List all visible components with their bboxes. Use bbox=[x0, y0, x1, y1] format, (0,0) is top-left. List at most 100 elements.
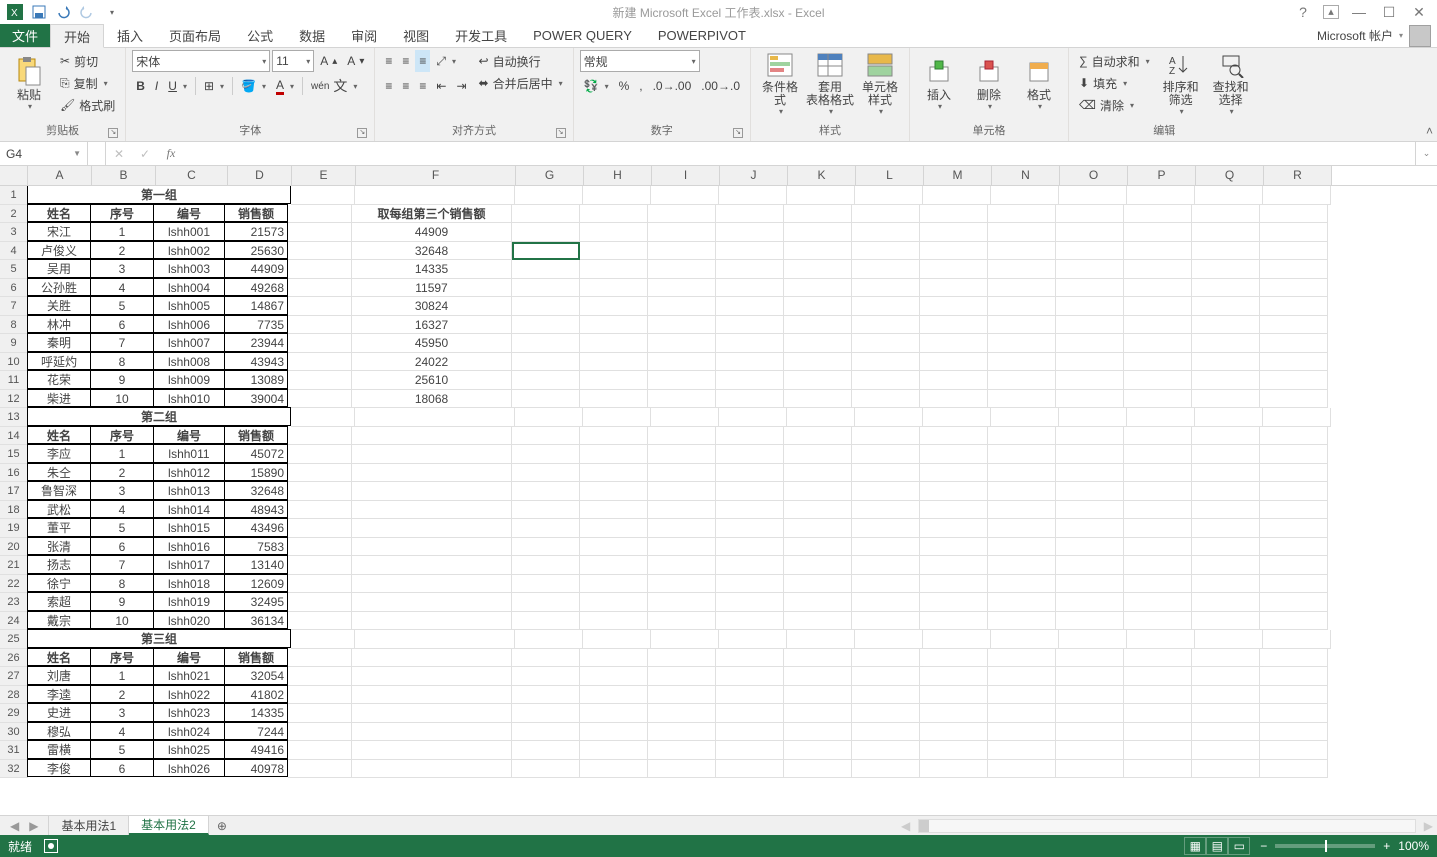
fx-icon[interactable]: fx bbox=[158, 142, 184, 165]
cell-styles-button[interactable]: 单元格样式▾ bbox=[857, 50, 903, 116]
tab-dev[interactable]: 开发工具 bbox=[442, 24, 520, 47]
row-header[interactable]: 19 bbox=[0, 519, 28, 538]
row-header[interactable]: 10 bbox=[0, 353, 28, 372]
row-header[interactable]: 5 bbox=[0, 260, 28, 279]
zoom-out-button[interactable]: − bbox=[1260, 839, 1267, 853]
row-header[interactable]: 22 bbox=[0, 575, 28, 594]
row-header[interactable]: 12 bbox=[0, 390, 28, 409]
selected-cell[interactable] bbox=[512, 242, 580, 261]
macro-record-icon[interactable] bbox=[44, 839, 58, 853]
insert-cells-button[interactable]: 插入▾ bbox=[916, 50, 962, 116]
tab-powerpivot[interactable]: POWERPIVOT bbox=[645, 24, 759, 47]
row-header[interactable]: 16 bbox=[0, 464, 28, 483]
row-header[interactable]: 18 bbox=[0, 501, 28, 520]
row-header[interactable]: 27 bbox=[0, 667, 28, 686]
row-header[interactable]: 30 bbox=[0, 723, 28, 742]
delete-cells-button[interactable]: 删除▾ bbox=[966, 50, 1012, 116]
page-break-view-button[interactable]: ▭ bbox=[1228, 837, 1250, 855]
row-header[interactable]: 24 bbox=[0, 612, 28, 631]
col-header-R[interactable]: R bbox=[1264, 166, 1332, 185]
select-all-corner[interactable] bbox=[0, 166, 28, 185]
align-center-button[interactable]: ≡ bbox=[398, 75, 413, 97]
row-header[interactable]: 7 bbox=[0, 297, 28, 316]
page-layout-view-button[interactable]: ▤ bbox=[1206, 837, 1228, 855]
row-header[interactable]: 2 bbox=[0, 205, 28, 224]
row-header[interactable]: 1 bbox=[0, 186, 28, 205]
undo-icon[interactable] bbox=[52, 1, 74, 23]
font-name-combo[interactable]: 宋体▾ bbox=[132, 50, 270, 72]
orientation-button[interactable]: ⤢▾ bbox=[432, 50, 460, 72]
col-header-L[interactable]: L bbox=[856, 166, 924, 185]
row-header[interactable]: 14 bbox=[0, 427, 28, 446]
align-left-button[interactable]: ≡ bbox=[381, 75, 396, 97]
row-header[interactable]: 29 bbox=[0, 704, 28, 723]
clear-button[interactable]: ⌫清除▾ bbox=[1075, 94, 1154, 116]
font-launcher-icon[interactable]: ↘ bbox=[357, 128, 367, 138]
italic-button[interactable]: I bbox=[151, 75, 162, 97]
col-header-C[interactable]: C bbox=[156, 166, 228, 185]
row-header[interactable]: 8 bbox=[0, 316, 28, 335]
row-header[interactable]: 11 bbox=[0, 371, 28, 390]
col-header-I[interactable]: I bbox=[652, 166, 720, 185]
save-icon[interactable] bbox=[28, 1, 50, 23]
tab-data[interactable]: 数据 bbox=[286, 24, 338, 47]
row-header[interactable]: 32 bbox=[0, 760, 28, 779]
row-header[interactable]: 15 bbox=[0, 445, 28, 464]
sheet-nav[interactable]: ◀▶ bbox=[0, 816, 49, 835]
autosum-button[interactable]: ∑自动求和▾ bbox=[1075, 50, 1154, 72]
paste-button[interactable]: 粘贴 ▾ bbox=[6, 50, 52, 116]
find-select-button[interactable]: 查找和选择▾ bbox=[1208, 50, 1254, 116]
conditional-format-button[interactable]: 条件格式▾ bbox=[757, 50, 803, 116]
decrease-font-button[interactable]: A▾ bbox=[343, 50, 368, 72]
row-header[interactable]: 3 bbox=[0, 223, 28, 242]
tab-file[interactable]: 文件 bbox=[0, 24, 50, 47]
percent-button[interactable]: % bbox=[615, 75, 634, 97]
name-box[interactable]: G4▼ bbox=[0, 142, 88, 165]
new-sheet-button[interactable]: ⊕ bbox=[209, 816, 235, 835]
format-painter-button[interactable]: 🖌格式刷 bbox=[56, 94, 119, 116]
row-header[interactable]: 20 bbox=[0, 538, 28, 557]
increase-font-button[interactable]: A▴ bbox=[316, 50, 341, 72]
col-header-Q[interactable]: Q bbox=[1196, 166, 1264, 185]
indent-increase-button[interactable]: ⇥ bbox=[452, 75, 470, 97]
align-bottom-button[interactable]: ≡ bbox=[415, 50, 430, 72]
bold-button[interactable]: B bbox=[132, 75, 149, 97]
sort-filter-button[interactable]: AZ排序和筛选▾ bbox=[1158, 50, 1204, 116]
accounting-button[interactable]: 💱▾ bbox=[580, 75, 613, 97]
col-header-F[interactable]: F bbox=[356, 166, 516, 185]
sheet-tab-1[interactable]: 基本用法1 bbox=[49, 816, 129, 835]
normal-view-button[interactable]: ▦ bbox=[1184, 837, 1206, 855]
number-format-combo[interactable]: 常规▾ bbox=[580, 50, 700, 72]
col-header-N[interactable]: N bbox=[992, 166, 1060, 185]
font-size-combo[interactable]: 11▾ bbox=[272, 50, 314, 72]
col-header-B[interactable]: B bbox=[92, 166, 156, 185]
row-header[interactable]: 21 bbox=[0, 556, 28, 575]
row-header[interactable]: 13 bbox=[0, 408, 28, 427]
align-launcher-icon[interactable]: ↘ bbox=[556, 128, 566, 138]
tab-home[interactable]: 开始 bbox=[50, 24, 104, 48]
minimize-icon[interactable]: — bbox=[1349, 4, 1369, 20]
scroll-left-icon[interactable]: ◀ bbox=[901, 819, 910, 833]
collapse-ribbon-icon[interactable]: ˄ bbox=[1426, 124, 1433, 138]
col-header-D[interactable]: D bbox=[228, 166, 292, 185]
account-area[interactable]: Microsoft 帐户 ▾ bbox=[1317, 24, 1437, 47]
row-header[interactable]: 6 bbox=[0, 279, 28, 298]
col-header-K[interactable]: K bbox=[788, 166, 856, 185]
col-header-G[interactable]: G bbox=[516, 166, 584, 185]
number-launcher-icon[interactable]: ↘ bbox=[733, 128, 743, 138]
increase-decimal-button[interactable]: .0→.00 bbox=[649, 75, 696, 97]
row-header[interactable]: 17 bbox=[0, 482, 28, 501]
row-header[interactable]: 31 bbox=[0, 741, 28, 760]
expand-formula-bar-icon[interactable]: ⌄ bbox=[1415, 142, 1437, 165]
qat-dropdown-icon[interactable]: ▾ bbox=[100, 1, 122, 23]
indent-decrease-button[interactable]: ⇤ bbox=[432, 75, 450, 97]
fill-button[interactable]: ⬇填充▾ bbox=[1075, 72, 1154, 94]
row-header[interactable]: 25 bbox=[0, 630, 28, 649]
row-header[interactable]: 28 bbox=[0, 686, 28, 705]
tab-insert[interactable]: 插入 bbox=[104, 24, 156, 47]
cut-button[interactable]: ✂剪切 bbox=[56, 50, 119, 72]
tab-layout[interactable]: 页面布局 bbox=[156, 24, 234, 47]
col-header-H[interactable]: H bbox=[584, 166, 652, 185]
align-right-button[interactable]: ≡ bbox=[415, 75, 430, 97]
format-cells-button[interactable]: 格式▾ bbox=[1016, 50, 1062, 116]
